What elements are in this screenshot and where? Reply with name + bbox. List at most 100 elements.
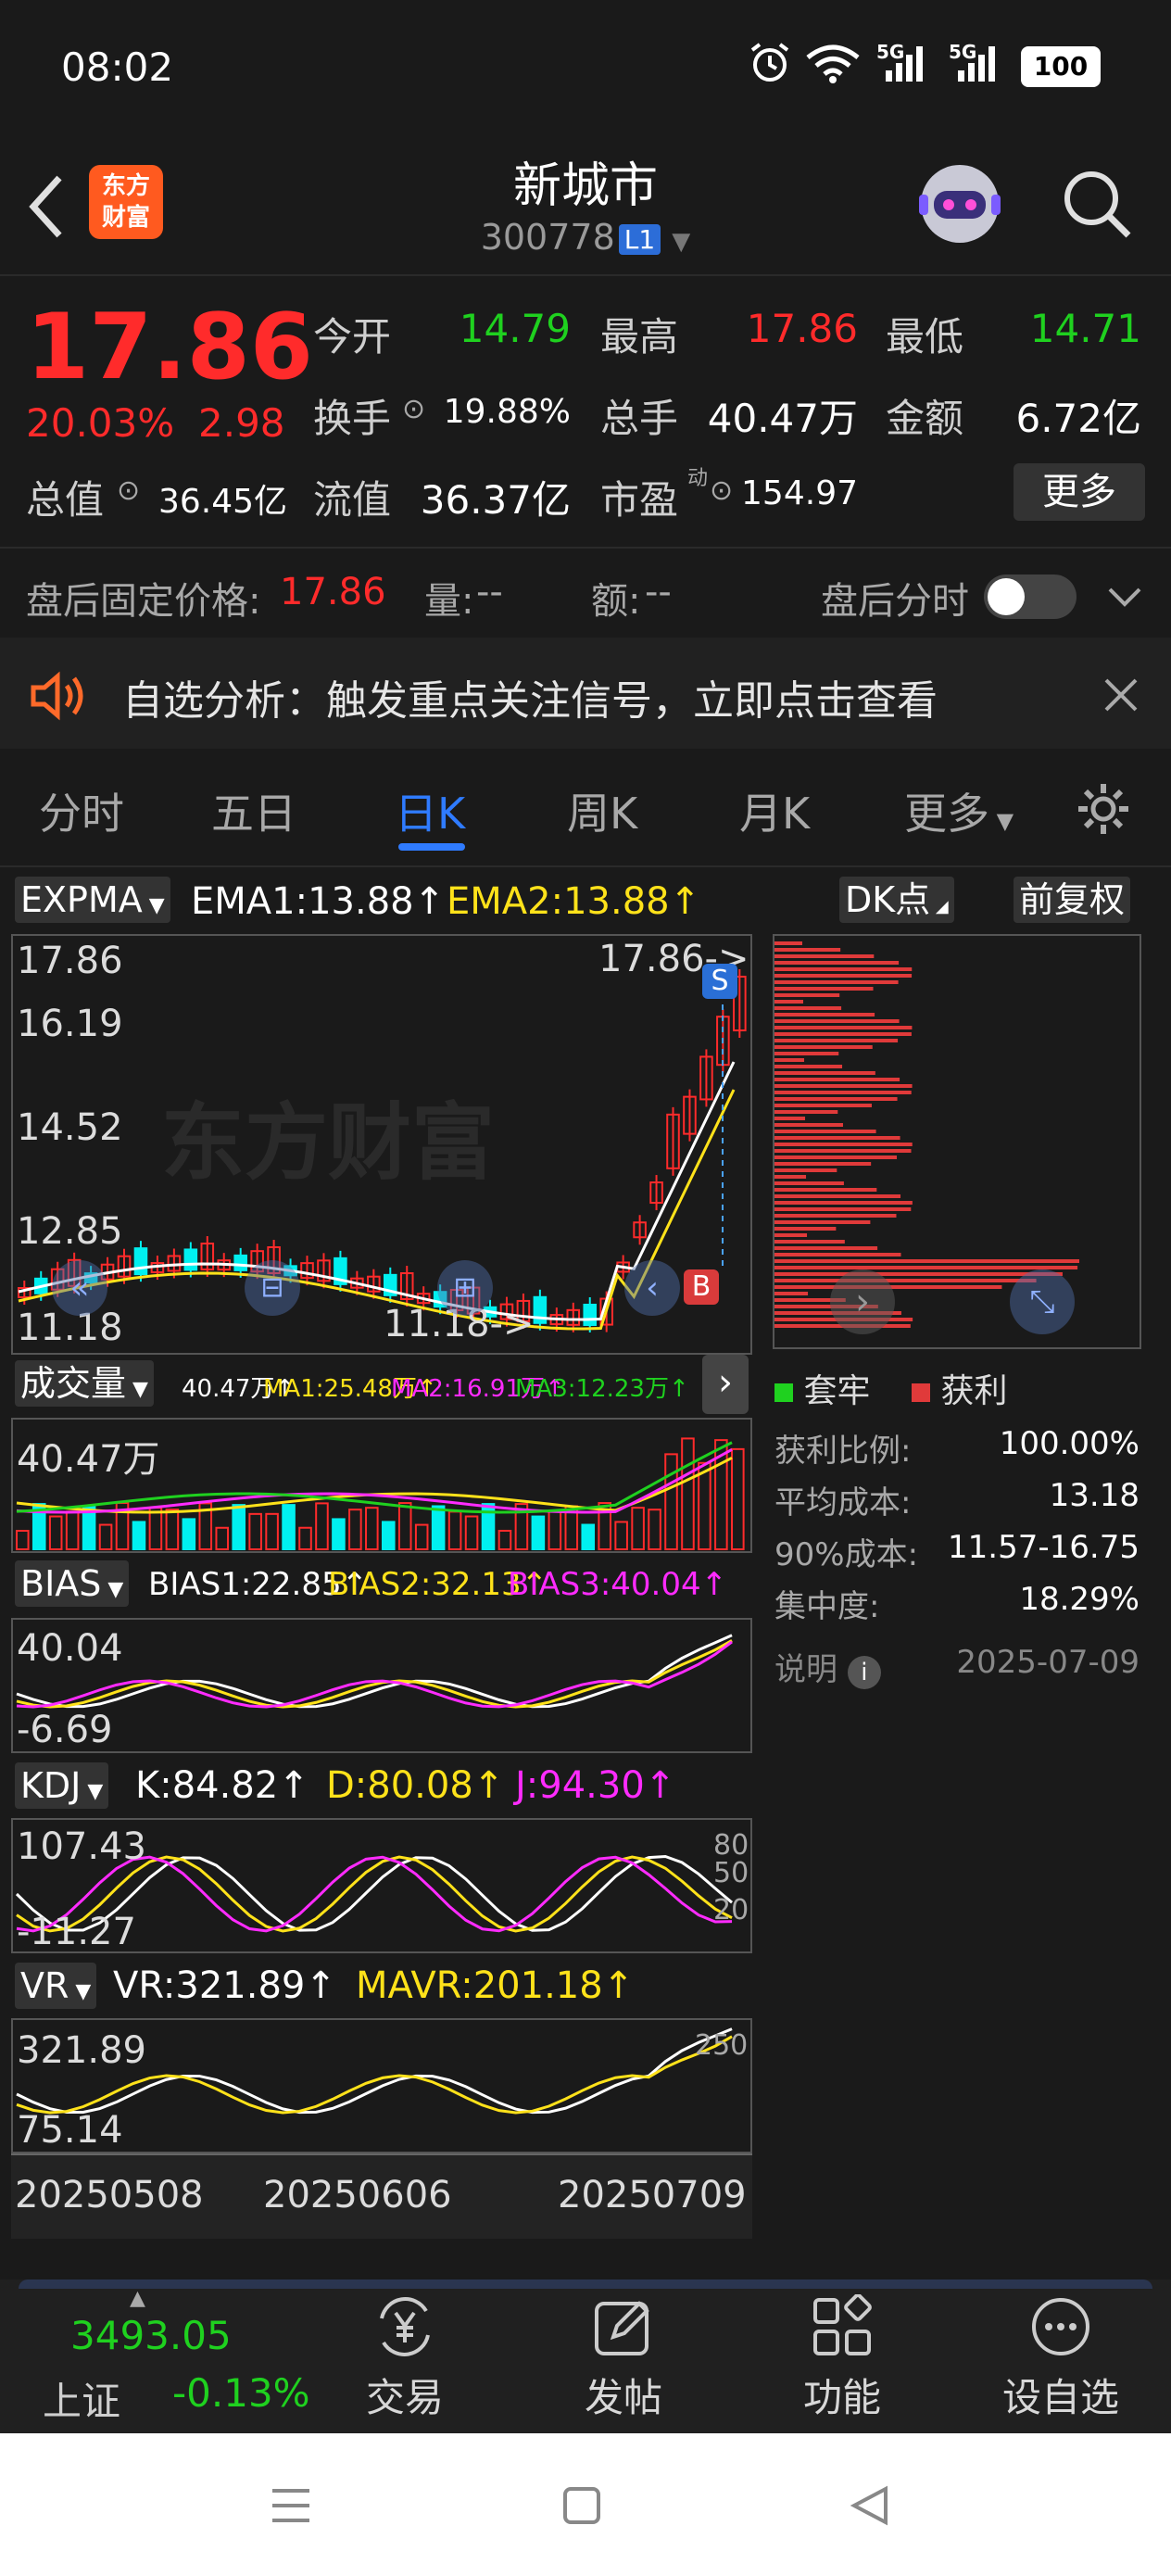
- nav-add-watchlist[interactable]: 设自选: [991, 2294, 1130, 2423]
- back-icon[interactable]: [849, 2485, 889, 2526]
- zoom-in-icon[interactable]: ⊞: [437, 1260, 493, 1316]
- indicator-select-bias[interactable]: BIAS ▼: [15, 1560, 130, 1607]
- low-label: 最低: [886, 314, 964, 360]
- info-icon[interactable]: ⊙: [402, 393, 425, 425]
- chip-bar: [774, 987, 874, 991]
- stock-code: 300778: [480, 217, 615, 258]
- volume-panel[interactable]: 40.47万: [11, 1418, 752, 1553]
- chip-bar: [774, 1292, 809, 1295]
- mavr-value: MAVR:201.18↑: [356, 1964, 635, 2007]
- buy-badge[interactable]: B: [684, 1269, 719, 1305]
- nav-post[interactable]: 发帖: [554, 2294, 693, 2423]
- volume-bar: [165, 1509, 180, 1551]
- status-time: 08:02: [61, 44, 174, 90]
- chevron-down-icon[interactable]: [1106, 580, 1143, 613]
- volume-bar: [282, 1504, 296, 1551]
- home-icon[interactable]: [561, 2485, 602, 2526]
- volume-bar: [16, 1530, 30, 1550]
- zoom-out-icon[interactable]: ⊟: [245, 1260, 300, 1316]
- search-icon[interactable]: [1060, 167, 1134, 241]
- high-value: 17.86: [746, 306, 858, 351]
- volume-bar: [132, 1521, 146, 1550]
- info-icon[interactable]: ⊙: [117, 474, 140, 507]
- info-icon[interactable]: ⊙: [710, 474, 733, 507]
- chip-date: 2025-07-09: [956, 1644, 1140, 1681]
- expand-panel-button[interactable]: ›: [702, 1355, 749, 1414]
- candlestick-panel[interactable]: 东方财富 17.86 16.19 14.52 12.85 11.18 17.86…: [11, 934, 752, 1355]
- nav-functions[interactable]: 功能: [773, 2293, 912, 2423]
- afterhours-amt-label: 额:: [591, 580, 641, 623]
- caret-up-icon[interactable]: ▲: [130, 2287, 145, 2310]
- caret-down-icon: ▼: [989, 808, 1014, 834]
- y-label: 12.85: [17, 1210, 123, 1253]
- bias1-text: BIAS1:22.85: [148, 1566, 342, 1603]
- volume-bar: [365, 1507, 379, 1550]
- chip-distribution-panel[interactable]: › ⤡: [773, 934, 1141, 1349]
- bias-panel[interactable]: 40.04 -6.69: [11, 1618, 752, 1753]
- tab-more[interactable]: 更多 ▼: [904, 780, 1014, 841]
- scroll-left-icon[interactable]: «: [52, 1260, 107, 1316]
- chip-bar: [774, 1201, 913, 1205]
- tab-monthly-k[interactable]: 月K: [739, 780, 810, 841]
- bias-y-bottom: -6.69: [17, 1709, 113, 1751]
- chip-bar: [774, 1246, 878, 1250]
- volume-bar: [182, 1518, 196, 1550]
- signal-icon: [958, 46, 995, 82]
- chip-bar: [774, 1220, 871, 1224]
- bias-y-top: 40.04: [17, 1627, 123, 1670]
- afterhours-toggle[interactable]: [984, 575, 1077, 619]
- volume-bar: [414, 1523, 429, 1551]
- volume-bar: [497, 1529, 512, 1551]
- adjust-button[interactable]: 前复权: [1014, 877, 1131, 923]
- close-icon[interactable]: [1102, 676, 1140, 713]
- chip-bar: [774, 1071, 875, 1075]
- date-label: 20250709: [558, 2174, 747, 2216]
- indicator-name: KDJ: [20, 1765, 82, 1806]
- volume-bar: [315, 1502, 329, 1550]
- tab-intraday[interactable]: 分时: [39, 780, 124, 841]
- robot-assistant-icon[interactable]: [913, 158, 1006, 250]
- indicator-select-volume[interactable]: 成交量 ▼: [15, 1360, 154, 1407]
- indicator-select-vr[interactable]: VR ▼: [15, 1963, 97, 2009]
- indicator-name: EXPMA: [20, 879, 143, 920]
- chip-bar: [774, 1130, 876, 1133]
- date-ticks: [11, 2153, 752, 2165]
- chip-value: 11.57-16.75: [948, 1529, 1140, 1566]
- index-value[interactable]: 3493.05: [70, 2313, 232, 2358]
- volume-bar: [631, 1507, 645, 1550]
- tab-weekly-k[interactable]: 周K: [567, 780, 637, 841]
- kdj-panel[interactable]: 107.43 -11.27 80 50 20: [11, 1818, 752, 1953]
- expand-icon[interactable]: ⤡: [1010, 1269, 1075, 1334]
- index-change[interactable]: -0.13%: [172, 2370, 310, 2416]
- volume-bar: [614, 1521, 628, 1550]
- gear-icon[interactable]: [1075, 780, 1132, 838]
- ema2-text: EMA2:13.88: [447, 880, 670, 923]
- tab-five-day[interactable]: 五日: [211, 780, 296, 841]
- caret-down-icon: ▼: [142, 894, 165, 917]
- nav-trade[interactable]: 交易: [335, 2294, 474, 2423]
- index-name[interactable]: 上证: [43, 2370, 120, 2427]
- more-button[interactable]: 更多: [1014, 463, 1145, 521]
- chip-bar: [774, 1240, 845, 1244]
- dk-button[interactable]: DK点 ◢: [839, 877, 954, 923]
- sell-badge[interactable]: S: [702, 964, 737, 999]
- legend-swatch-green: [774, 1383, 793, 1402]
- vr-value: VR:321.89↑: [113, 1964, 336, 2007]
- tab-daily-k[interactable]: 日K: [395, 780, 465, 841]
- more-circle-icon: [1032, 2298, 1089, 2355]
- signal-banner[interactable]: 自选分析：触发重点关注信号，立即点击查看: [0, 638, 1171, 749]
- chip-bar: [774, 1058, 805, 1062]
- volume-bar: [531, 1515, 546, 1550]
- scroll-right-icon[interactable]: ‹: [624, 1260, 680, 1316]
- corner-icon: ◢: [930, 897, 949, 916]
- indicator-select-expma[interactable]: EXPMA ▼: [15, 877, 170, 923]
- vr-panel[interactable]: 321.89 75.14 250: [11, 2018, 752, 2153]
- indicator-select-kdj[interactable]: KDJ ▼: [15, 1762, 109, 1809]
- candle-body: [133, 1247, 148, 1276]
- chevron-right-icon[interactable]: ›: [830, 1269, 895, 1334]
- pe-label: 市盈: [600, 477, 679, 523]
- chip-note[interactable]: 说明 i: [774, 1644, 881, 1689]
- afterhours-toggle-label: 盘后分时: [821, 580, 969, 623]
- date-label: 20250508: [15, 2174, 204, 2216]
- menu-icon[interactable]: [271, 2485, 311, 2526]
